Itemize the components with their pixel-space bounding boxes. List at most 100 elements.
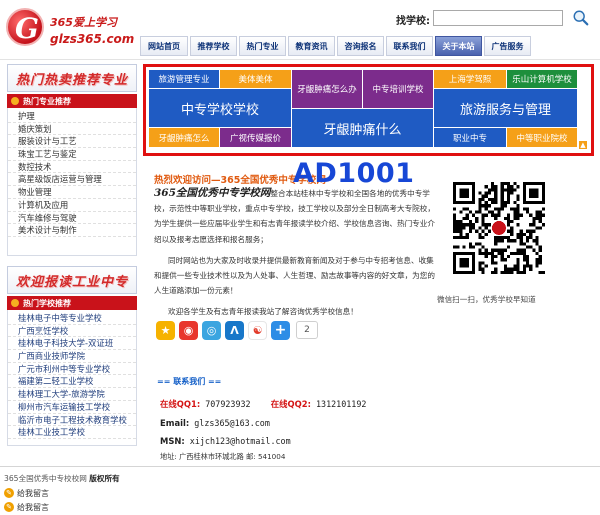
arrow-icon[interactable]: ▲ xyxy=(578,140,588,150)
ad-cell[interactable]: 旅游管理专业 xyxy=(149,70,219,88)
major-link[interactable]: 服装设计与工艺 xyxy=(8,135,136,149)
qr-module xyxy=(491,210,495,214)
ad-cell[interactable]: 职业中专 xyxy=(434,128,506,147)
qr-module xyxy=(506,197,511,202)
school-link[interactable]: 桂林理工大学-旅游学院 xyxy=(8,388,136,401)
nav-consult-enroll[interactable]: 咨询报名 xyxy=(337,36,384,56)
qr-module xyxy=(459,210,463,214)
ad-cell[interactable]: 乐山计算机学校 xyxy=(507,70,577,88)
nav-education-news[interactable]: 教育资讯 xyxy=(288,36,335,56)
qr-module xyxy=(510,220,514,224)
major-link[interactable]: 物业管理 xyxy=(8,186,136,199)
nav-home[interactable]: 网站首页 xyxy=(140,36,188,56)
qr-module xyxy=(503,188,507,192)
email-value[interactable]: glzs365@163.com xyxy=(194,418,270,428)
qr-module xyxy=(525,235,530,240)
school-link[interactable]: 桂林工业技工学校 xyxy=(8,426,136,439)
qr-module xyxy=(506,201,511,205)
ad-cell[interactable]: 中等职业院校 xyxy=(507,128,577,147)
major-link[interactable]: 婚庆策划 xyxy=(8,123,136,136)
major-link[interactable]: 高星级饭店运营与管理 xyxy=(8,173,136,187)
school-link[interactable]: 福建第二轻工业学校 xyxy=(8,375,136,389)
ad-cell[interactable]: 牙龈肿痛怎么办 xyxy=(292,70,362,108)
qr-module xyxy=(481,270,485,274)
ad-cell[interactable]: 上海学驾照 xyxy=(434,70,506,88)
msn-value[interactable]: xijch123@hotmail.com xyxy=(190,436,291,446)
qr-module xyxy=(503,201,507,205)
industry-school-banner[interactable]: 欢迎报读工业中专 xyxy=(7,266,137,294)
qr-module xyxy=(456,220,460,224)
ad-cell[interactable]: 牙龈肿痛怎么 xyxy=(149,128,219,147)
qr-module xyxy=(459,229,463,233)
qzone-icon[interactable]: ★ xyxy=(156,320,175,340)
qr-module xyxy=(494,201,498,205)
qq2-value[interactable]: 1312101192 xyxy=(316,399,366,409)
school-link[interactable]: 柳州市汽车运输技工学校 xyxy=(8,401,136,414)
tencent-weibo-icon[interactable]: ◎ xyxy=(202,320,221,340)
qr-module xyxy=(506,223,511,227)
ad-cell[interactable]: 中专学校学校 xyxy=(149,89,291,127)
qr-module xyxy=(497,251,501,255)
major-link[interactable]: 数控技术 xyxy=(8,161,136,174)
major-link[interactable]: 汽车维修与驾驶 xyxy=(8,212,136,225)
qr-module xyxy=(459,220,463,224)
qq-weibo-icon[interactable]: ☯ xyxy=(248,320,267,340)
search-button[interactable] xyxy=(566,8,596,28)
search-input[interactable] xyxy=(433,10,563,26)
qr-module xyxy=(472,213,476,217)
nav-contact-us[interactable]: 联系我们 xyxy=(386,36,433,56)
qr-module xyxy=(541,223,545,227)
school-link[interactable]: 广西烹饪学校 xyxy=(8,325,136,338)
leave-message-button[interactable]: ✎ 给我留言 xyxy=(4,500,49,514)
copyright-site[interactable]: 365全国优秀中专校校网 xyxy=(4,474,87,483)
qr-module xyxy=(525,261,530,265)
nav-about-site[interactable]: 关于本站 xyxy=(435,36,482,56)
school-link[interactable]: 广元市利州中等专业学校 xyxy=(8,363,136,376)
major-link[interactable]: 计算机及应用 xyxy=(8,199,136,212)
ad-cell[interactable]: 广视传媒报价 xyxy=(220,128,291,147)
qr-module xyxy=(475,220,479,224)
qr-module xyxy=(465,232,469,236)
nav-ad-service[interactable]: 广告服务 xyxy=(484,36,531,56)
nav-recommended-schools[interactable]: 推荐学校 xyxy=(190,36,237,56)
qr-module xyxy=(500,182,504,186)
ad-cell[interactable]: 中专培训学校 xyxy=(363,70,433,108)
qr-module xyxy=(494,191,498,195)
qr-module xyxy=(481,235,485,240)
school-link[interactable]: 临沂市电子工程技术教育学校 xyxy=(8,414,136,427)
qr-module xyxy=(538,210,542,214)
school-link[interactable]: 广西商业技师学院 xyxy=(8,350,136,363)
qq1-value[interactable]: 707923932 xyxy=(205,399,250,409)
major-link[interactable]: 珠宝工艺与鉴定 xyxy=(8,148,136,161)
qr-module xyxy=(459,232,463,236)
school-link[interactable]: 桂林电子中等专业学校 xyxy=(8,312,136,325)
leave-message-button[interactable]: ✎ 给我留言 xyxy=(4,486,49,500)
qr-module xyxy=(494,185,498,189)
major-link[interactable]: 护理 xyxy=(8,110,136,123)
contact-title: == 联系我们 == xyxy=(157,377,222,386)
ad-cell[interactable]: 牙龈肿痛什么 xyxy=(292,109,433,147)
qr-module xyxy=(525,245,530,249)
renren-icon[interactable]: Λ xyxy=(225,320,244,340)
qr-module xyxy=(500,248,504,252)
qr-center-logo xyxy=(492,221,506,235)
qr-module xyxy=(494,197,498,202)
qr-module xyxy=(535,239,539,243)
major-link[interactable]: 美术设计与制作 xyxy=(8,224,136,237)
qr-module xyxy=(513,239,517,243)
qr-module xyxy=(481,261,485,265)
plus-icon[interactable]: + xyxy=(271,320,290,340)
qr-module xyxy=(500,207,504,211)
weibo-icon[interactable]: ◉ xyxy=(179,320,198,340)
qr-module xyxy=(478,235,482,240)
site-logo[interactable]: G 365爱上学习 glzs365.com xyxy=(6,6,136,54)
ad-cell[interactable]: 美体美体 xyxy=(220,70,291,88)
nav-popular-majors[interactable]: 热门专业 xyxy=(239,36,286,56)
ad-cell[interactable]: 旅游服务与管理 xyxy=(434,89,577,127)
qr-module xyxy=(468,242,473,246)
qr-module xyxy=(494,213,498,217)
qr-module xyxy=(535,226,539,230)
qr-module xyxy=(462,226,466,230)
qr-module xyxy=(535,235,539,240)
school-link[interactable]: 桂林电子科技大学-双证班 xyxy=(8,337,136,351)
